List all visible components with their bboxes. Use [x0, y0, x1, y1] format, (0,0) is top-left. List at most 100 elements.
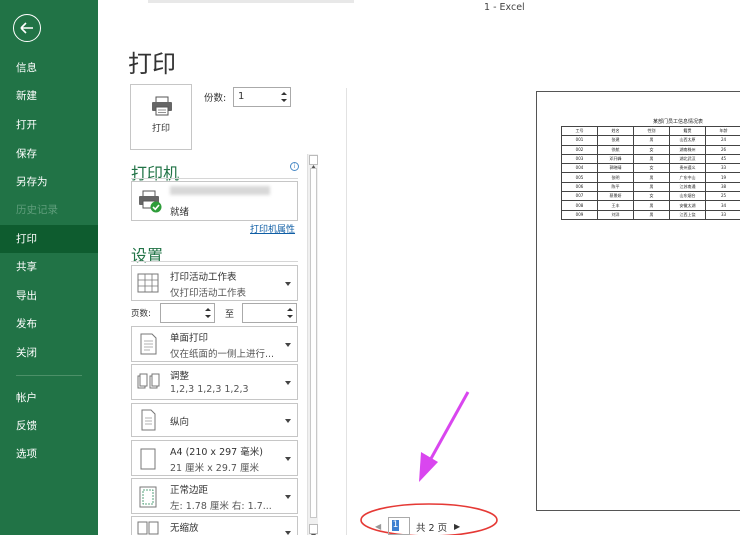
- chevron-down-icon: [285, 495, 291, 499]
- table-cell: 女: [633, 144, 670, 155]
- paper-size-icon: [137, 448, 159, 474]
- scaling-dropdown[interactable]: 无缩放: [131, 516, 298, 535]
- nav-item-print[interactable]: 打印: [0, 225, 98, 253]
- copies-value: 1: [238, 91, 245, 102]
- table-cell: 男: [633, 181, 670, 193]
- margins-icon: [137, 486, 159, 512]
- total-pages-label: 共 2 页: [416, 523, 448, 534]
- info-icon[interactable]: i: [290, 162, 299, 171]
- print-button[interactable]: 打印: [130, 84, 192, 150]
- table-cell: 男: [633, 200, 670, 211]
- printer-ready-icon: [137, 190, 163, 218]
- table-row: 005 张明男广东中山 19: [561, 172, 740, 183]
- scroll-down-icon[interactable]: [309, 524, 318, 535]
- print-preview-page: 某部门员工信息情况表 工号 姓名 性别 籍贯 年龄 001 张建男山西太原 24 002 徐航女湖…: [536, 91, 740, 511]
- collate-dropdown[interactable]: 调整 1,2,3 1,2,3 1,2,3: [131, 364, 298, 400]
- printer-icon: [151, 96, 173, 120]
- print-sides-dropdown[interactable]: 单面打印 仅在纸面的一侧上进行...: [131, 326, 298, 362]
- printer-properties-link[interactable]: 打印机属性: [250, 222, 295, 235]
- nav-item-info[interactable]: 信息: [0, 54, 98, 82]
- table-cell: 广东中山: [669, 172, 706, 183]
- nav-item-publish[interactable]: 发布: [0, 310, 98, 338]
- table-cell: 张明: [597, 172, 634, 183]
- table-row: 004 郭晓晴女贵州遵义 33: [561, 163, 740, 174]
- table-cell: 山东烟台: [669, 191, 706, 202]
- no-scaling-icon: [137, 520, 159, 535]
- copies-spinner-icon[interactable]: [280, 90, 288, 104]
- pages-to-input[interactable]: [242, 303, 297, 323]
- scaling-main: 无缩放: [170, 523, 199, 534]
- pages-to-spinner-icon[interactable]: [286, 306, 294, 320]
- chevron-down-icon: [285, 282, 291, 286]
- table-cell: 34: [705, 200, 740, 211]
- print-scope-sub: 仅打印活动工作表: [170, 288, 247, 299]
- prev-page-icon[interactable]: ◀: [375, 522, 381, 531]
- scrollbar-thumb[interactable]: [310, 168, 317, 518]
- nav-item-history: 历史记录: [16, 204, 58, 216]
- table-cell: 38: [705, 181, 740, 193]
- preview-divider: [346, 88, 347, 535]
- chevron-down-icon: [285, 381, 291, 385]
- annotation-arrow-icon: [419, 391, 470, 482]
- printer-select[interactable]: 就绪: [131, 181, 298, 221]
- table-row: 001 张建男山西太原 24: [561, 135, 740, 146]
- table-row: 008 王丰男安徽太湖 34: [561, 200, 740, 211]
- pages-from-input[interactable]: [160, 303, 215, 323]
- paper-size-sub: 21 厘米 x 29.7 厘米: [170, 463, 259, 474]
- nav-divider: [16, 375, 82, 376]
- table-cell: 湖南株州: [669, 144, 706, 155]
- nav-item-save[interactable]: 保存: [0, 140, 98, 168]
- pages-from-spinner-icon[interactable]: [204, 306, 212, 320]
- table-cell: 工号: [561, 125, 598, 137]
- nav-item-close[interactable]: 关闭: [0, 339, 98, 367]
- table-cell: 男: [633, 209, 670, 220]
- nav-item-open[interactable]: 打开: [0, 111, 98, 139]
- table-cell: 男: [633, 172, 670, 183]
- chevron-down-icon: [285, 343, 291, 347]
- preview-table-header: 工号 姓名 性别 籍贯 年龄: [561, 125, 740, 137]
- table-cell: 008: [561, 200, 598, 211]
- table-cell: 湖北武汉: [669, 153, 706, 165]
- settings-section-title: 设置: [131, 246, 164, 265]
- collate-pages-icon: [137, 373, 163, 395]
- table-cell: 33: [705, 163, 740, 174]
- current-page-input[interactable]: 1: [388, 517, 410, 535]
- pages-to-label: 至: [225, 310, 235, 320]
- copies-input[interactable]: 1: [233, 87, 291, 107]
- preview-table: 工号 姓名 性别 籍贯 年龄 001 张建男山西太原 24 002 徐航女湖南株州 26 003 邓开峰…: [561, 125, 740, 220]
- nav-item-export[interactable]: 导出: [0, 282, 98, 310]
- sheet-grid-icon: [137, 273, 159, 297]
- portrait-page-icon: [137, 409, 159, 435]
- table-row: 007 蔡景妍女山东烟台 25: [561, 191, 740, 202]
- table-cell: 徐航: [597, 144, 634, 155]
- table-cell: 男: [633, 135, 670, 146]
- paper-size-dropdown[interactable]: A4 (210 x 297 毫米) 21 厘米 x 29.7 厘米: [131, 440, 298, 476]
- scroll-up-icon[interactable]: [309, 155, 318, 169]
- orientation-dropdown[interactable]: 纵向: [131, 403, 298, 437]
- table-cell: 王丰: [597, 200, 634, 211]
- printer-name-blurred: [170, 186, 270, 195]
- nav-item-feedback[interactable]: 反馈: [0, 412, 98, 440]
- copies-label: 份数:: [204, 93, 227, 104]
- table-cell: 江苏南通: [669, 181, 706, 193]
- print-scope-dropdown[interactable]: 打印活动工作表 仅打印活动工作表: [131, 265, 298, 301]
- nav-item-new[interactable]: 新建: [0, 82, 98, 110]
- margins-dropdown[interactable]: 正常边距 左: 1.78 厘米 右: 1.7...: [131, 478, 298, 514]
- table-cell: 33: [705, 209, 740, 220]
- next-page-icon[interactable]: ▶: [454, 522, 460, 531]
- settings-section-divider: [131, 261, 298, 262]
- nav-item-save-as[interactable]: 另存为: [0, 168, 98, 196]
- preview-sheet-title: 某部门员工信息情况表: [653, 119, 704, 125]
- back-arrow-icon[interactable]: [13, 14, 41, 42]
- table-cell: 26: [705, 144, 740, 155]
- table-cell: 年龄: [705, 125, 740, 137]
- document-title: 1 - Excel: [484, 2, 525, 13]
- table-cell: 刘洋: [597, 209, 634, 220]
- table-cell: 男: [633, 153, 670, 165]
- settings-scrollbar[interactable]: [307, 154, 318, 535]
- nav-item-account[interactable]: 帐户: [0, 384, 98, 412]
- table-cell: 蔡景妍: [597, 191, 634, 202]
- nav-item-options[interactable]: 选项: [0, 440, 98, 468]
- nav-item-share[interactable]: 共享: [0, 253, 98, 281]
- collate-sub: 1,2,3 1,2,3 1,2,3: [170, 384, 249, 395]
